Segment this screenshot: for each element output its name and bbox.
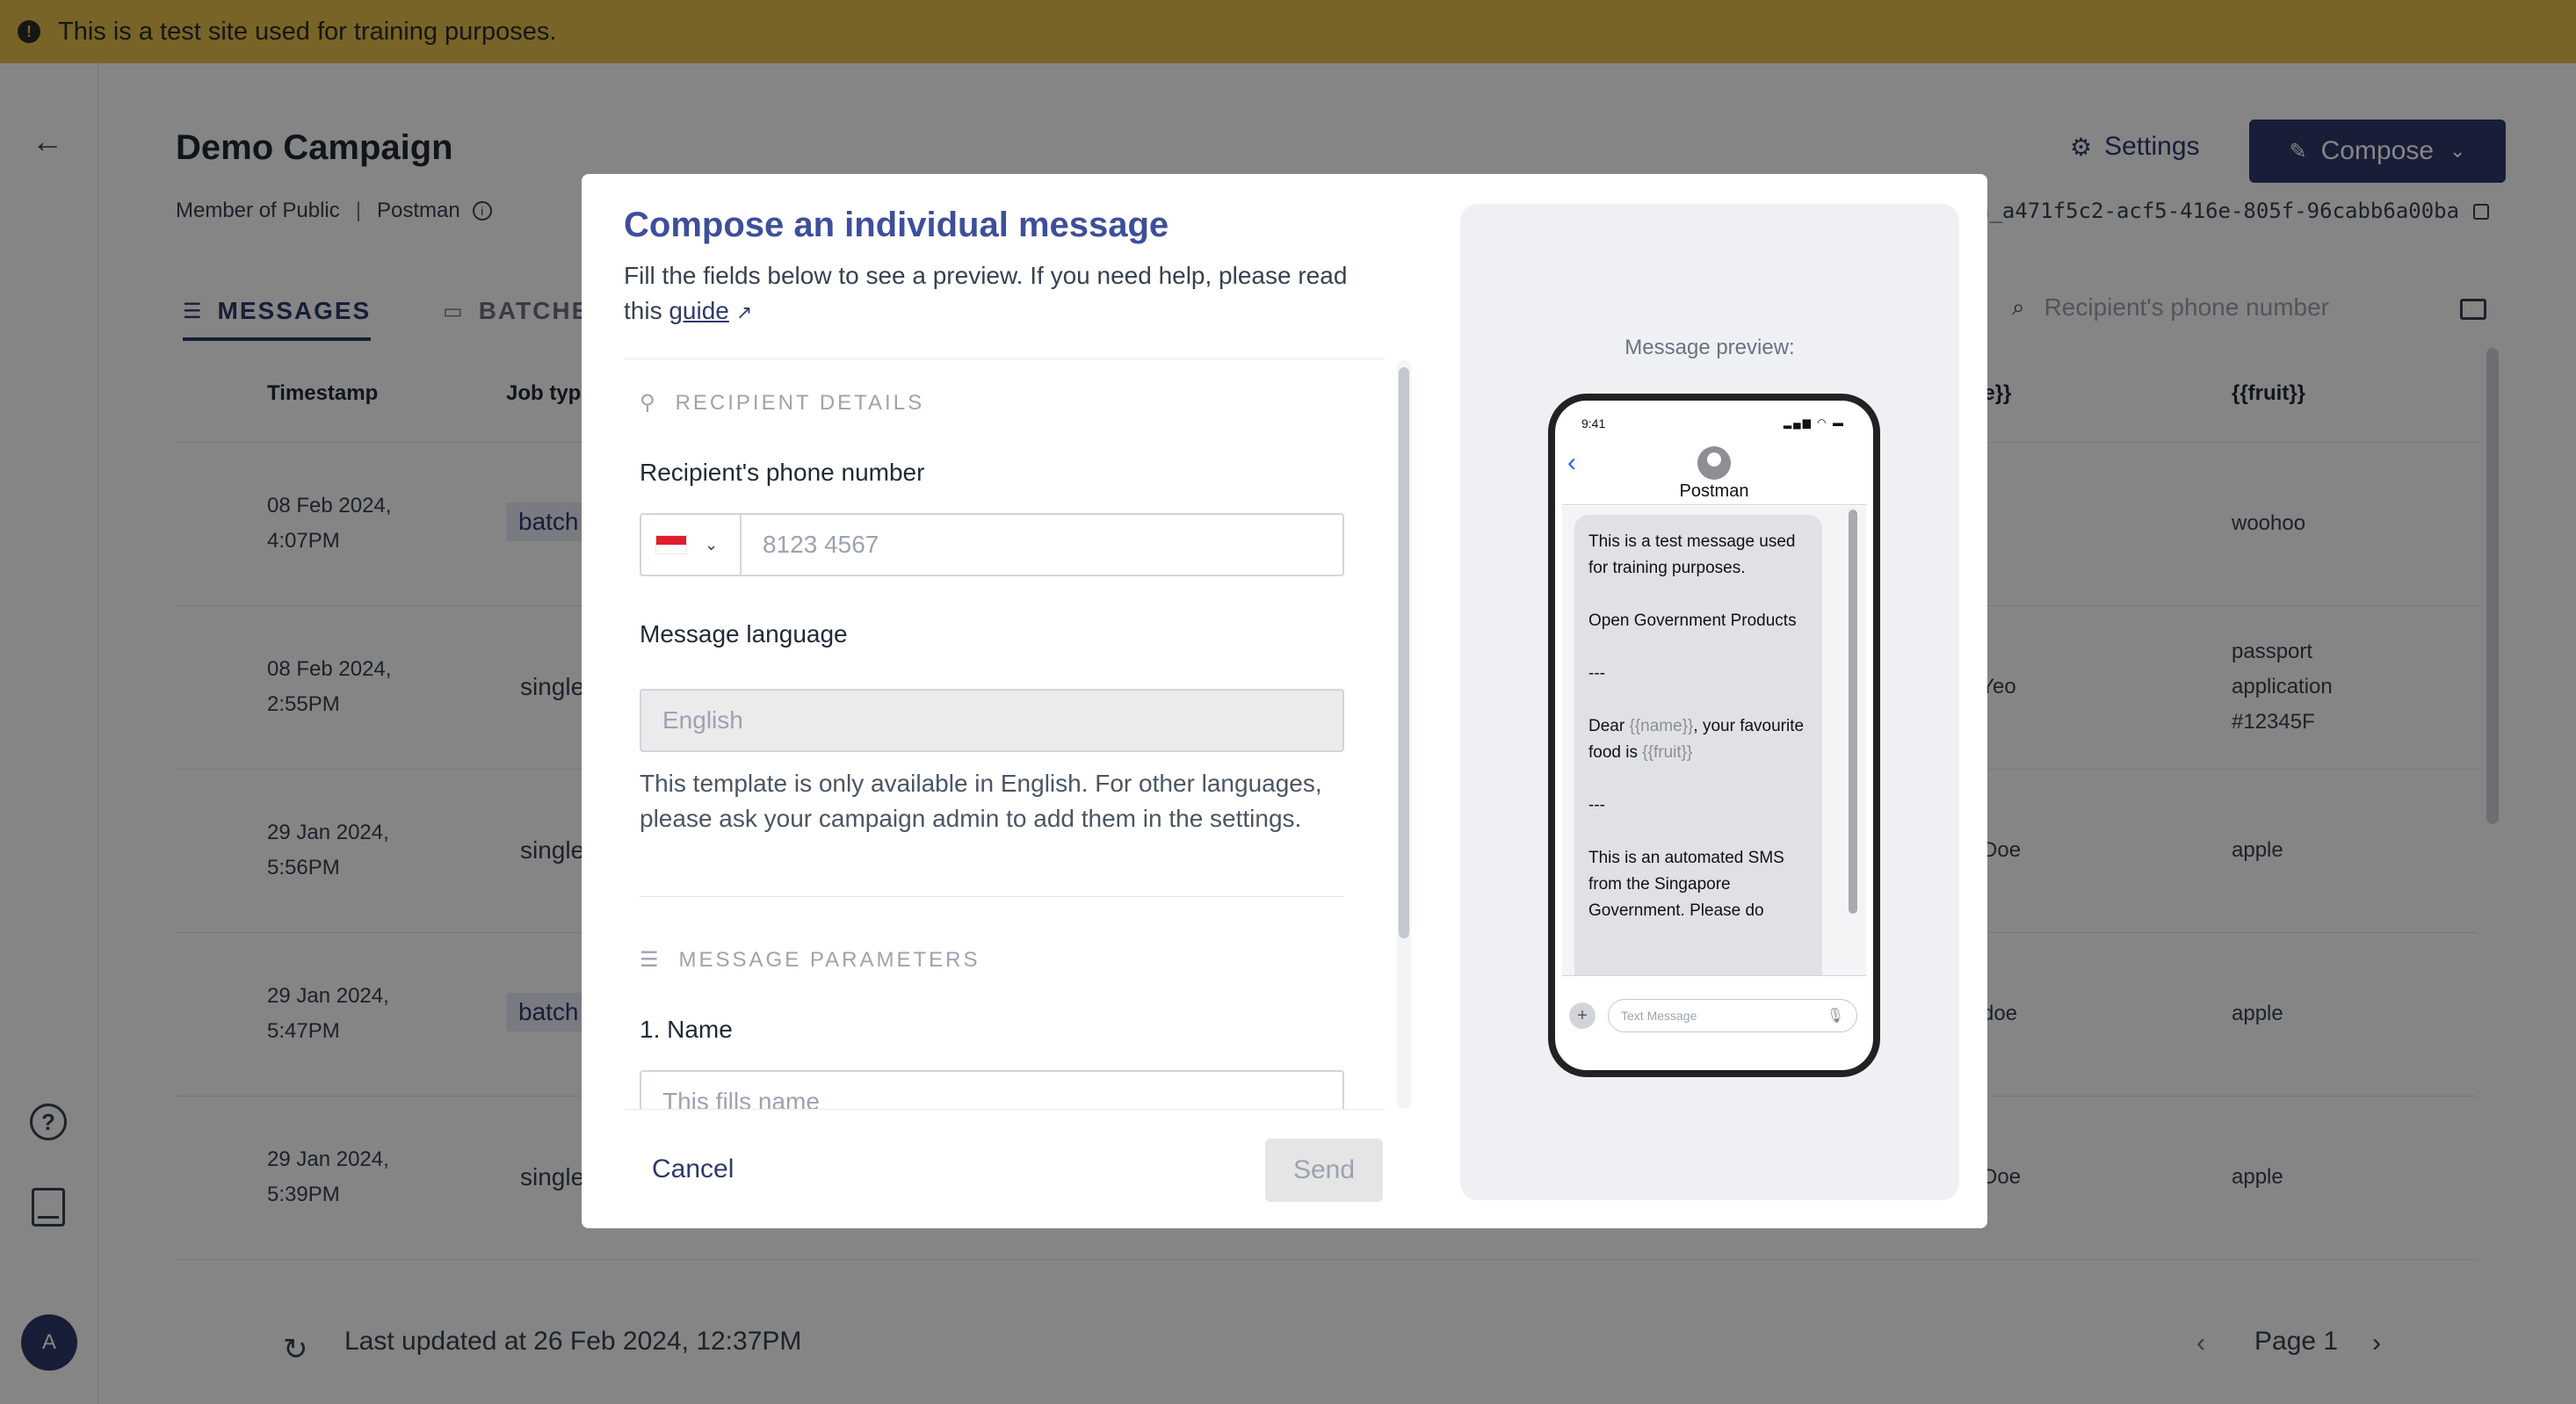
chevron-left-icon: ‹ <box>1567 448 1576 477</box>
compose-form: ⚲ RECIPIENT DETAILS Recipient's phone nu… <box>624 360 1397 1109</box>
send-button[interactable]: Send <box>1265 1139 1383 1202</box>
modal-description-text: Fill the fields below to see a preview. … <box>624 262 1348 324</box>
guide-link[interactable]: guide <box>669 297 729 324</box>
recipient-section-header: ⚲ RECIPIENT DETAILS <box>640 390 924 416</box>
preview-label: Message preview: <box>1624 336 1795 359</box>
singapore-flag-icon <box>655 535 687 554</box>
phone-input[interactable] <box>742 515 1342 575</box>
params-section-header: ☰ MESSAGE PARAMETERS <box>640 947 980 973</box>
params-section-label: MESSAGE PARAMETERS <box>678 947 980 972</box>
list-icon: ☰ <box>640 948 662 972</box>
contact-name: Postman <box>1679 481 1749 501</box>
message-text: --- This is an automated SMS from the Si… <box>1588 796 1784 920</box>
plus-icon: + <box>1569 1002 1596 1029</box>
status-time: 9:41 <box>1581 416 1606 431</box>
message-bubble: This is a test message used for training… <box>1574 515 1822 975</box>
chevron-down-icon: ⌄ <box>705 535 719 554</box>
text-message-field: Text Message 🎙 <box>1608 999 1857 1032</box>
preview-panel: Message preview: 9:41 ▂▄▆ ◠ ▬ ‹ Postman … <box>1460 204 1959 1200</box>
divider <box>624 358 1385 359</box>
divider <box>1562 504 1866 505</box>
language-helper-text: This template is only available in Engli… <box>640 770 1322 832</box>
person-icon: ⚲ <box>640 391 658 415</box>
message-thread: This is a test message used for training… <box>1562 506 1866 975</box>
text-message-placeholder: Text Message <box>1621 1009 1697 1023</box>
language-select[interactable]: English <box>640 689 1344 752</box>
modal-description: Fill the fields below to see a preview. … <box>624 258 1379 330</box>
recipient-section-label: RECIPIENT DETAILS <box>675 390 925 415</box>
section-divider <box>640 896 1344 897</box>
external-link-icon: ↗ <box>735 301 753 323</box>
message-input-bar: + Text Message 🎙 <box>1562 975 1866 1067</box>
modal-title: Compose an individual message <box>624 206 1169 244</box>
phone-mockup: 9:41 ▂▄▆ ◠ ▬ ‹ Postman This is a test me… <box>1548 394 1880 1077</box>
cancel-button[interactable]: Cancel <box>652 1154 734 1184</box>
microphone-icon: 🎙 <box>1826 1009 1844 1024</box>
param-name-input[interactable]: This fills name <box>640 1070 1344 1109</box>
contact-avatar-icon <box>1697 446 1731 480</box>
compose-modal: Compose an individual message Fill the f… <box>582 174 1987 1228</box>
language-label: Message language <box>640 620 848 648</box>
phone-input-group: ⌄ <box>640 513 1344 576</box>
fruit-variable: {{fruit}} <box>1642 743 1693 762</box>
status-icons: ▂▄▆ ◠ ▬ <box>1783 416 1845 429</box>
preview-scrollbar <box>1849 510 1857 914</box>
divider <box>624 1109 1385 1110</box>
param-name-label: 1. Name <box>640 1016 733 1043</box>
name-variable: {{name}} <box>1629 717 1694 735</box>
form-scrollbar-thumb[interactable] <box>1399 367 1409 938</box>
country-code-select[interactable]: ⌄ <box>641 515 742 575</box>
message-text: This is a test message used for training… <box>1588 532 1797 735</box>
phone-label: Recipient's phone number <box>640 459 925 486</box>
